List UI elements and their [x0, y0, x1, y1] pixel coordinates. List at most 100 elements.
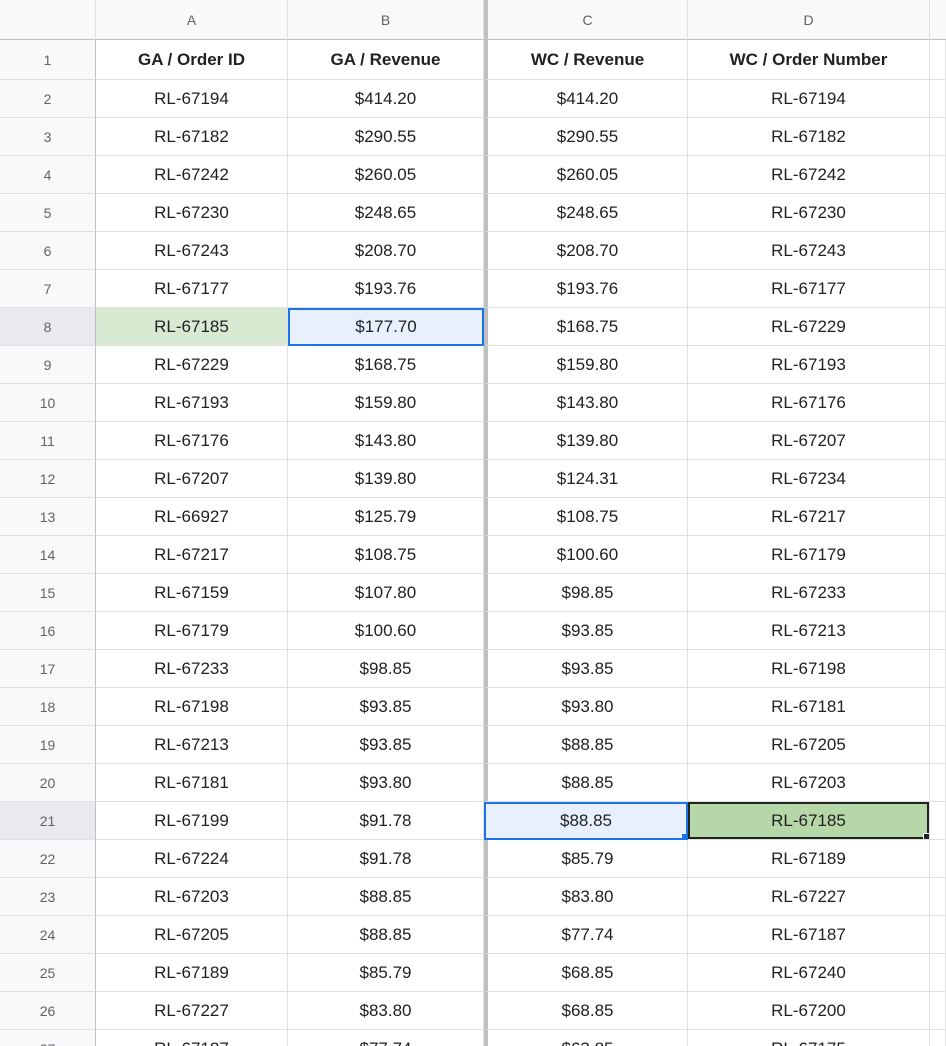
- cell-A19[interactable]: RL-67213: [96, 726, 288, 764]
- cell-stub-5[interactable]: [930, 194, 946, 232]
- row-header-23[interactable]: 23: [0, 878, 96, 916]
- cell-B12[interactable]: $139.80: [288, 460, 484, 498]
- cell-stub-22[interactable]: [930, 840, 946, 878]
- cell-B2[interactable]: $414.20: [288, 80, 484, 118]
- cell-D5[interactable]: RL-67230: [688, 194, 930, 232]
- cell-B27[interactable]: $77.74: [288, 1030, 484, 1046]
- cell-A2[interactable]: RL-67194: [96, 80, 288, 118]
- cell-B5[interactable]: $248.65: [288, 194, 484, 232]
- cell-D21[interactable]: RL-67185: [688, 802, 930, 840]
- cell-stub-26[interactable]: [930, 992, 946, 1030]
- cell-C9[interactable]: $159.80: [484, 346, 688, 384]
- cell-stub-23[interactable]: [930, 878, 946, 916]
- row-header-19[interactable]: 19: [0, 726, 96, 764]
- cell-C11[interactable]: $139.80: [484, 422, 688, 460]
- cell-D13[interactable]: RL-67217: [688, 498, 930, 536]
- row-header-12[interactable]: 12: [0, 460, 96, 498]
- cell-A17[interactable]: RL-67233: [96, 650, 288, 688]
- row-header-25[interactable]: 25: [0, 954, 96, 992]
- cell-A25[interactable]: RL-67189: [96, 954, 288, 992]
- cell-D3[interactable]: RL-67182: [688, 118, 930, 156]
- col-header-C[interactable]: C: [484, 0, 688, 40]
- cell-C24[interactable]: $77.74: [484, 916, 688, 954]
- cell-stub-15[interactable]: [930, 574, 946, 612]
- cell-D14[interactable]: RL-67179: [688, 536, 930, 574]
- cell-B13[interactable]: $125.79: [288, 498, 484, 536]
- row-header-8[interactable]: 8: [0, 308, 96, 346]
- cell-A4[interactable]: RL-67242: [96, 156, 288, 194]
- cell-C4[interactable]: $260.05: [484, 156, 688, 194]
- row-header-17[interactable]: 17: [0, 650, 96, 688]
- row-header-14[interactable]: 14: [0, 536, 96, 574]
- cell-D18[interactable]: RL-67181: [688, 688, 930, 726]
- cell-stub-13[interactable]: [930, 498, 946, 536]
- cell-stub-1[interactable]: [930, 40, 946, 80]
- cell-B8[interactable]: $177.70: [288, 308, 484, 346]
- cell-stub-9[interactable]: [930, 346, 946, 384]
- row-header-16[interactable]: 16: [0, 612, 96, 650]
- cell-C21[interactable]: $88.85: [484, 802, 688, 840]
- cell-D9[interactable]: RL-67193: [688, 346, 930, 384]
- cell-stub-20[interactable]: [930, 764, 946, 802]
- header-cell-A[interactable]: GA / Order ID: [96, 40, 288, 80]
- col-header-stub[interactable]: [930, 0, 946, 40]
- cell-D12[interactable]: RL-67234: [688, 460, 930, 498]
- cell-D6[interactable]: RL-67243: [688, 232, 930, 270]
- cell-A5[interactable]: RL-67230: [96, 194, 288, 232]
- row-header-5[interactable]: 5: [0, 194, 96, 232]
- cell-C3[interactable]: $290.55: [484, 118, 688, 156]
- cell-A8[interactable]: RL-67185: [96, 308, 288, 346]
- cell-C14[interactable]: $100.60: [484, 536, 688, 574]
- row-header-6[interactable]: 6: [0, 232, 96, 270]
- cell-D8[interactable]: RL-67229: [688, 308, 930, 346]
- cell-stub-14[interactable]: [930, 536, 946, 574]
- row-header-10[interactable]: 10: [0, 384, 96, 422]
- cell-C10[interactable]: $143.80: [484, 384, 688, 422]
- cell-A26[interactable]: RL-67227: [96, 992, 288, 1030]
- cell-stub-4[interactable]: [930, 156, 946, 194]
- cell-stub-3[interactable]: [930, 118, 946, 156]
- fill-handle[interactable]: [923, 833, 930, 840]
- cell-D26[interactable]: RL-67200: [688, 992, 930, 1030]
- cell-A3[interactable]: RL-67182: [96, 118, 288, 156]
- cell-C16[interactable]: $93.85: [484, 612, 688, 650]
- cell-A7[interactable]: RL-67177: [96, 270, 288, 308]
- cell-stub-19[interactable]: [930, 726, 946, 764]
- row-header-11[interactable]: 11: [0, 422, 96, 460]
- cell-B14[interactable]: $108.75: [288, 536, 484, 574]
- row-header-2[interactable]: 2: [0, 80, 96, 118]
- cell-C17[interactable]: $93.85: [484, 650, 688, 688]
- cell-stub-6[interactable]: [930, 232, 946, 270]
- row-header-1[interactable]: 1: [0, 40, 96, 80]
- cell-C2[interactable]: $414.20: [484, 80, 688, 118]
- cell-D20[interactable]: RL-67203: [688, 764, 930, 802]
- cell-stub-18[interactable]: [930, 688, 946, 726]
- spreadsheet[interactable]: A B C D 12345678910111213141516171819202…: [0, 0, 946, 1046]
- col-header-B[interactable]: B: [288, 0, 484, 40]
- cell-stub-27[interactable]: [930, 1030, 946, 1046]
- cell-B22[interactable]: $91.78: [288, 840, 484, 878]
- cell-stub-25[interactable]: [930, 954, 946, 992]
- cell-A27[interactable]: RL-67187: [96, 1030, 288, 1046]
- fill-handle[interactable]: [681, 833, 688, 840]
- select-all-corner[interactable]: [0, 0, 96, 40]
- cell-A6[interactable]: RL-67243: [96, 232, 288, 270]
- row-header-13[interactable]: 13: [0, 498, 96, 536]
- cell-D24[interactable]: RL-67187: [688, 916, 930, 954]
- cell-A9[interactable]: RL-67229: [96, 346, 288, 384]
- cell-A12[interactable]: RL-67207: [96, 460, 288, 498]
- cell-stub-16[interactable]: [930, 612, 946, 650]
- cell-stub-24[interactable]: [930, 916, 946, 954]
- cell-C23[interactable]: $83.80: [484, 878, 688, 916]
- cell-B3[interactable]: $290.55: [288, 118, 484, 156]
- cell-D25[interactable]: RL-67240: [688, 954, 930, 992]
- cell-A20[interactable]: RL-67181: [96, 764, 288, 802]
- cell-D10[interactable]: RL-67176: [688, 384, 930, 422]
- cell-B23[interactable]: $88.85: [288, 878, 484, 916]
- row-header-9[interactable]: 9: [0, 346, 96, 384]
- cell-D23[interactable]: RL-67227: [688, 878, 930, 916]
- cell-D7[interactable]: RL-67177: [688, 270, 930, 308]
- cell-stub-10[interactable]: [930, 384, 946, 422]
- cell-C22[interactable]: $85.79: [484, 840, 688, 878]
- cell-C12[interactable]: $124.31: [484, 460, 688, 498]
